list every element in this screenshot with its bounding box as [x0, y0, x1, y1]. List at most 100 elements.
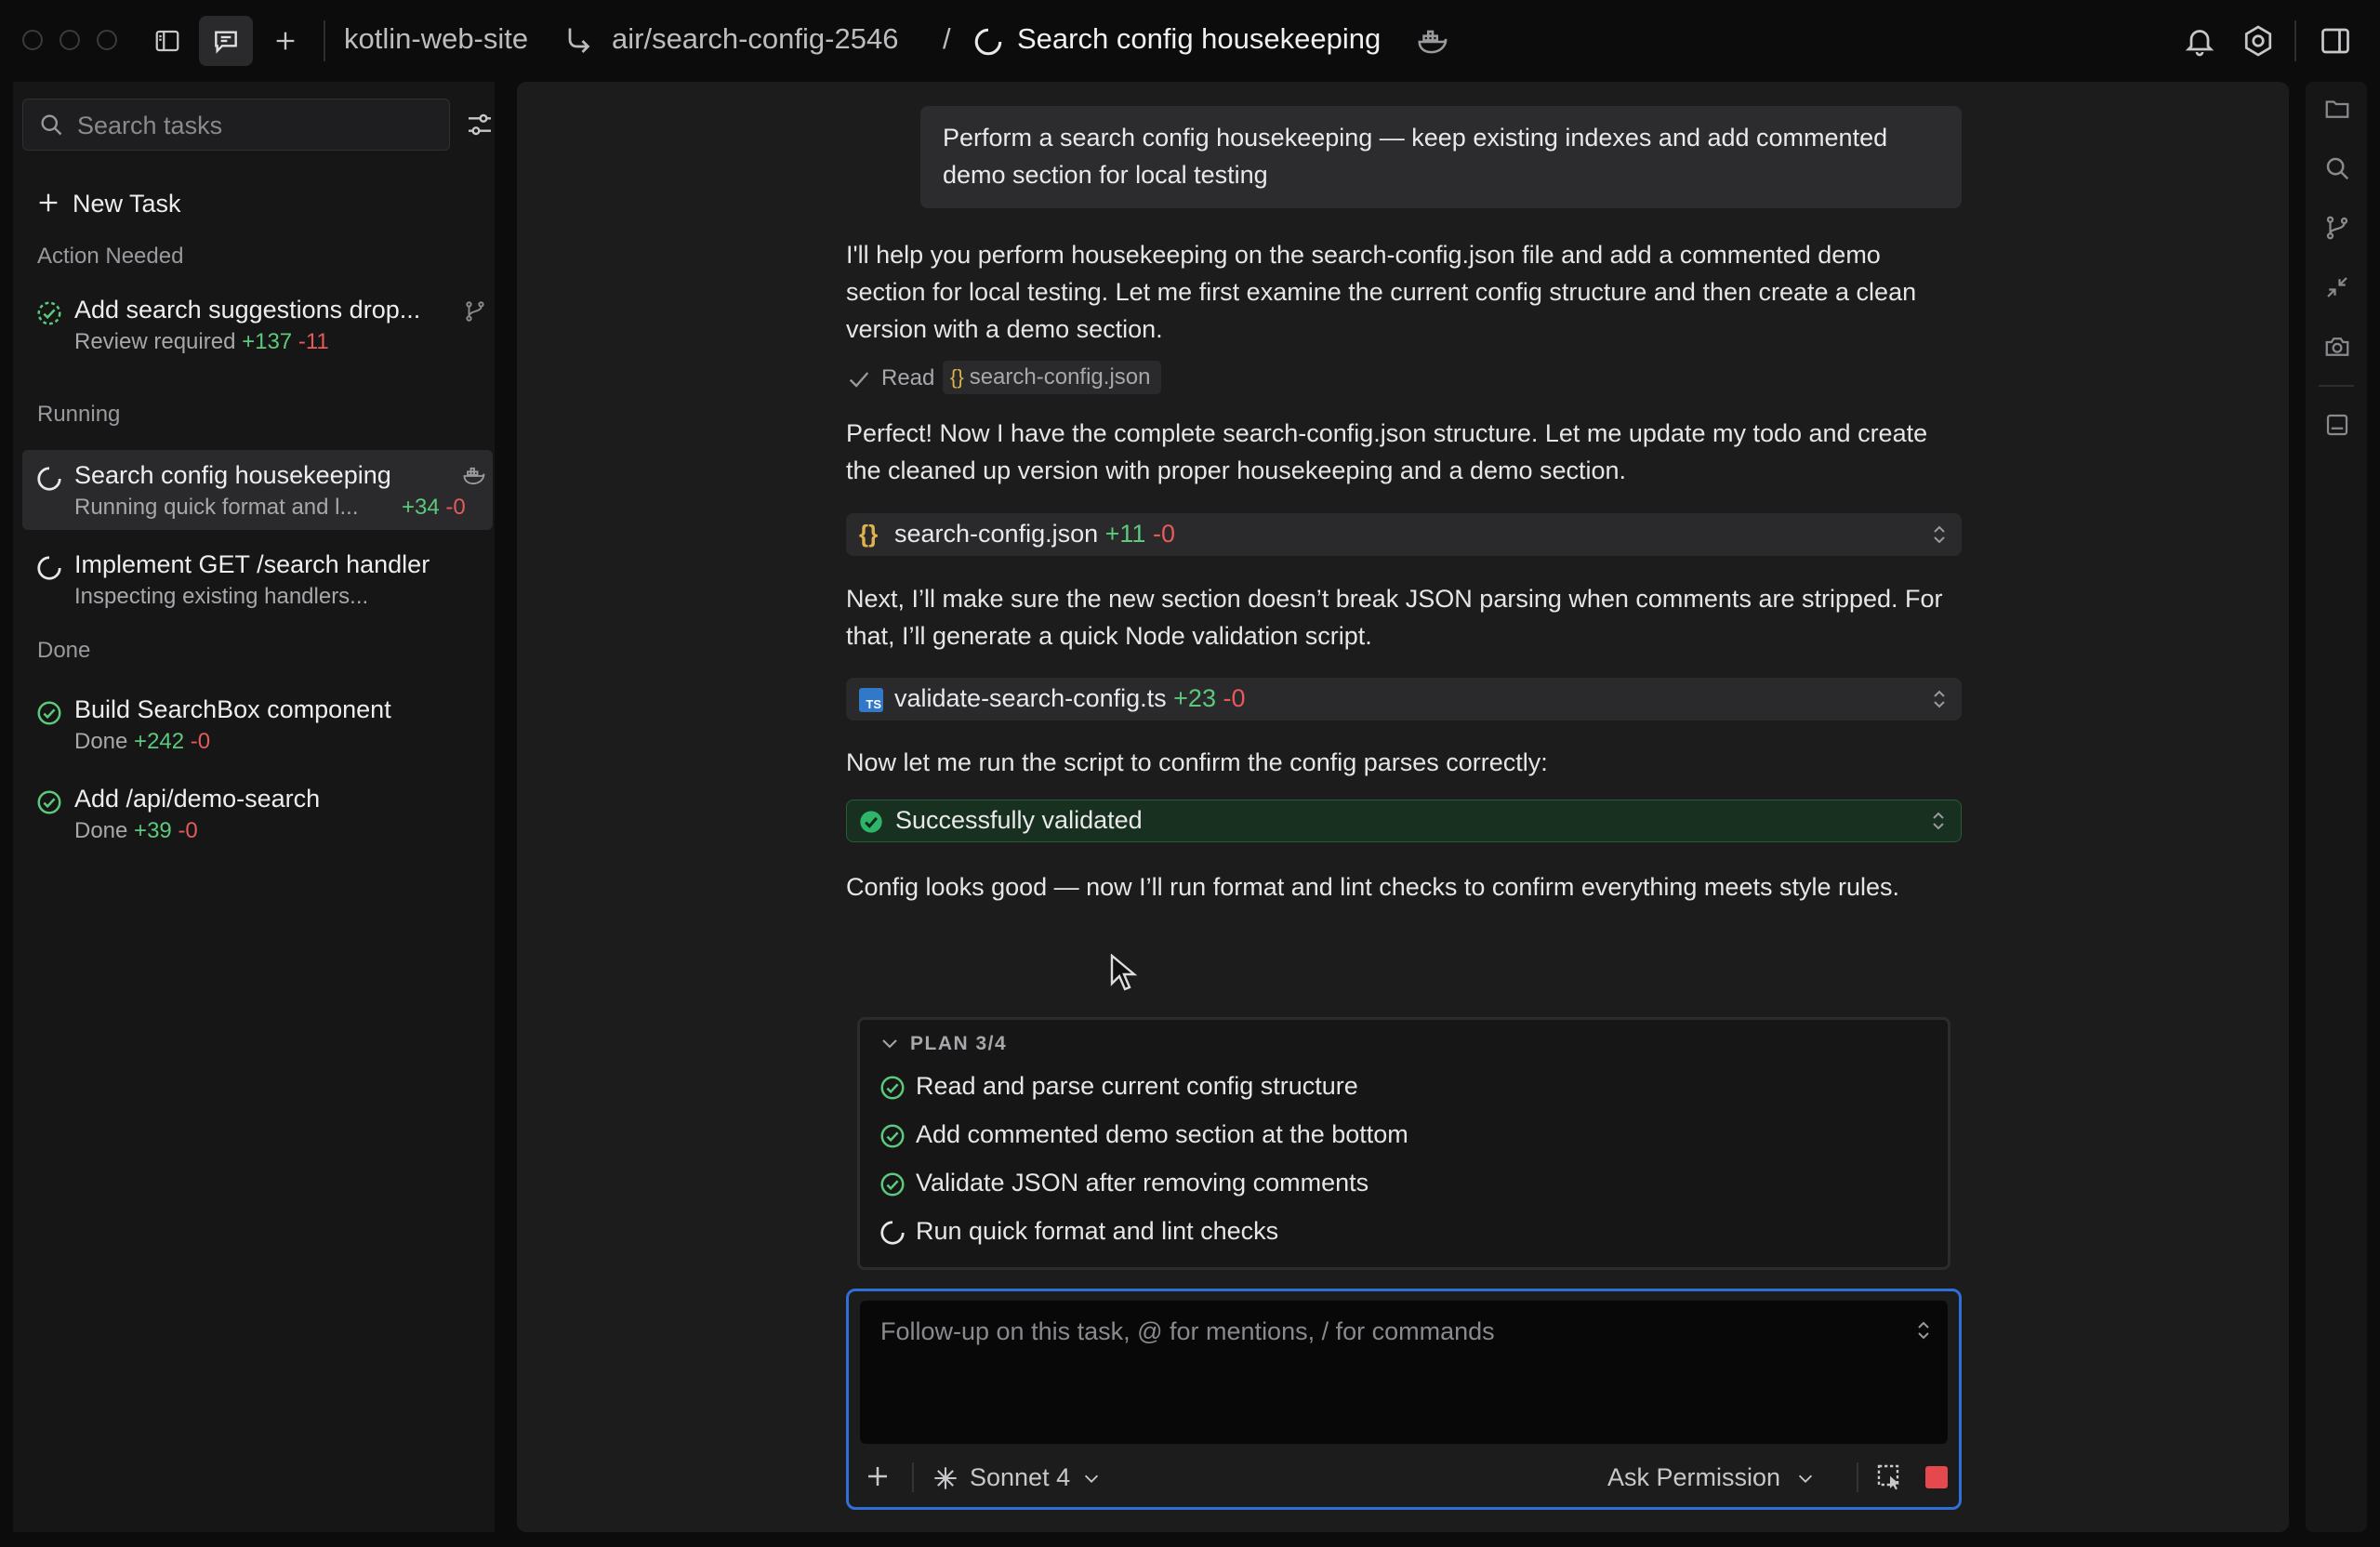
check-circle-icon	[35, 699, 63, 727]
chat-icon[interactable]	[199, 16, 253, 66]
branch-fork-icon	[463, 299, 487, 324]
json-braces-icon: {}	[859, 520, 879, 548]
plan-item-label: Validate JSON after removing comments	[916, 1169, 1369, 1197]
filter-sliders-icon[interactable]	[465, 110, 495, 139]
file-change-label: validate-search-config.ts +23 -0	[894, 684, 1246, 713]
branch-name[interactable]: air/search-config-2546	[612, 22, 898, 56]
branch-icon	[562, 24, 595, 58]
spinner-icon	[35, 554, 63, 582]
right-panel-toggle-icon[interactable]	[2319, 24, 2352, 58]
check-circle-icon	[879, 1170, 906, 1198]
task-status-text: Inspecting existing handlers...	[74, 584, 369, 609]
collapse-arrows-icon[interactable]	[2323, 273, 2351, 301]
lines-added: +34	[402, 495, 440, 520]
follow-up-input[interactable]	[879, 1316, 1905, 1431]
notifications-bell-icon[interactable]	[2183, 24, 2216, 58]
title-bar: kotlin-web-site air/search-config-2546 /…	[0, 0, 2380, 82]
task-status-text: Running quick format and l...	[74, 495, 359, 520]
section-action-needed: Action Needed	[37, 244, 184, 269]
plus-icon	[35, 190, 61, 216]
camera-icon[interactable]	[2323, 333, 2351, 361]
model-selector[interactable]: Sonnet 4	[932, 1459, 1118, 1496]
attach-plus-icon[interactable]	[864, 1462, 892, 1490]
window-minimize-button[interactable]	[60, 30, 80, 50]
task-status-text: Done	[74, 818, 128, 843]
lines-removed: -11	[298, 329, 329, 354]
validation-result-row[interactable]: Successfully validated	[846, 800, 1962, 842]
new-task-button[interactable]: New Task	[35, 182, 221, 223]
plan-panel: PLAN 3/4 Read and parse current config s…	[857, 1017, 1950, 1270]
window-close-button[interactable]	[22, 30, 43, 50]
validation-label: Successfully validated	[895, 806, 1143, 834]
expand-chevron-icon[interactable]	[1927, 810, 1950, 832]
assistant-message: Now let me run the script to confirm the…	[846, 748, 1548, 776]
lines-removed: -0	[178, 818, 198, 843]
lines-removed: -0	[190, 729, 211, 754]
permission-label: Ask Permission	[1607, 1463, 1781, 1491]
task-item-search-config-housekeeping[interactable]: Search config housekeeping Running quick…	[22, 450, 493, 530]
task-title: Search config housekeeping	[74, 461, 391, 489]
model-name: Sonnet 4	[970, 1463, 1071, 1491]
task-item-search-suggestions[interactable]: Add search suggestions drop... Review re…	[22, 284, 493, 364]
task-diff: +34 -0	[402, 495, 466, 521]
lines-added: +23	[1173, 684, 1216, 712]
user-message-bubble: Perform a search config housekeeping — k…	[920, 106, 1962, 208]
task-title: Add search suggestions drop...	[74, 296, 421, 324]
chevron-down-icon	[879, 1032, 901, 1054]
search-tasks-input[interactable]	[75, 99, 442, 152]
file-name: validate-search-config.ts	[894, 684, 1167, 712]
composer: Sonnet 4 Ask Permission	[846, 1289, 1962, 1510]
repo-name[interactable]: kotlin-web-site	[344, 22, 528, 56]
dashed-check-icon	[35, 299, 63, 327]
expand-chevron-icon[interactable]	[1928, 523, 1950, 546]
composer-input-area[interactable]	[860, 1301, 1948, 1444]
sidebar-toggle-icon[interactable]	[149, 22, 186, 60]
user-message-text: Perform a search config housekeeping — k…	[943, 124, 1888, 189]
task-status: Done +242 -0	[74, 729, 210, 755]
read-tool-call[interactable]: Read {} search-config.json	[846, 361, 1218, 394]
container-whale-icon	[461, 463, 487, 489]
search-tasks-field[interactable]	[22, 99, 450, 152]
task-item-api-demo-search[interactable]: Add /api/demo-search Done +39 -0	[22, 774, 493, 853]
check-circle-icon	[879, 1122, 906, 1150]
plan-title: PLAN 3/4	[910, 1033, 1008, 1054]
chevron-down-icon	[1081, 1468, 1102, 1488]
terminal-panel-icon[interactable]	[2323, 411, 2351, 439]
task-status: Done +39 -0	[74, 818, 198, 844]
select-element-icon[interactable]	[1875, 1462, 1905, 1492]
search-icon	[38, 112, 64, 138]
settings-gear-icon[interactable]	[2241, 24, 2275, 58]
file-name: search-config.json	[894, 520, 1099, 548]
read-file-name: search-config.json	[969, 364, 1151, 390]
success-check-icon	[858, 809, 884, 835]
file-change-row-search-config[interactable]: {} search-config.json +11 -0	[846, 513, 1962, 556]
lines-added: +137	[242, 329, 293, 354]
source-control-icon[interactable]	[2323, 214, 2351, 242]
stop-button[interactable]	[1925, 1466, 1948, 1488]
composer-divider	[1857, 1462, 1858, 1492]
expand-chevron-icon[interactable]	[1928, 688, 1950, 710]
plan-header[interactable]: PLAN 3/4	[879, 1029, 1064, 1057]
search-icon[interactable]	[2323, 154, 2351, 182]
read-file-chip[interactable]: {} search-config.json	[943, 361, 1162, 394]
plan-item-label: Add commented demo section at the bottom	[916, 1120, 1408, 1148]
right-tool-rail	[2306, 82, 2367, 1532]
folder-icon[interactable]	[2323, 95, 2351, 123]
window-zoom-button[interactable]	[97, 30, 117, 50]
section-done: Done	[37, 638, 91, 663]
new-tab-plus-icon[interactable]	[267, 22, 304, 60]
conversation-panel: Perform a search config housekeeping — k…	[517, 82, 2289, 1532]
chevron-down-icon	[1795, 1468, 1816, 1488]
lines-added: +242	[134, 729, 185, 754]
assistant-message: Config looks good — now I’ll run format …	[846, 873, 1899, 901]
section-running: Running	[37, 402, 121, 427]
assistant-message: I'll help you perform housekeeping on th…	[846, 241, 1917, 343]
file-change-row-validate-script[interactable]: TS validate-search-config.ts +23 -0	[846, 678, 1962, 721]
container-whale-icon	[1415, 24, 1450, 60]
lines-removed: -0	[1223, 684, 1246, 712]
checkmark-icon	[846, 366, 872, 392]
permission-selector[interactable]: Ask Permission	[1607, 1459, 1840, 1496]
task-item-build-searchbox[interactable]: Build SearchBox component Done +242 -0	[22, 684, 493, 764]
expand-composer-icon[interactable]	[1912, 1319, 1935, 1342]
task-item-get-search-handler[interactable]: Implement GET /search handler Inspecting…	[22, 539, 493, 619]
